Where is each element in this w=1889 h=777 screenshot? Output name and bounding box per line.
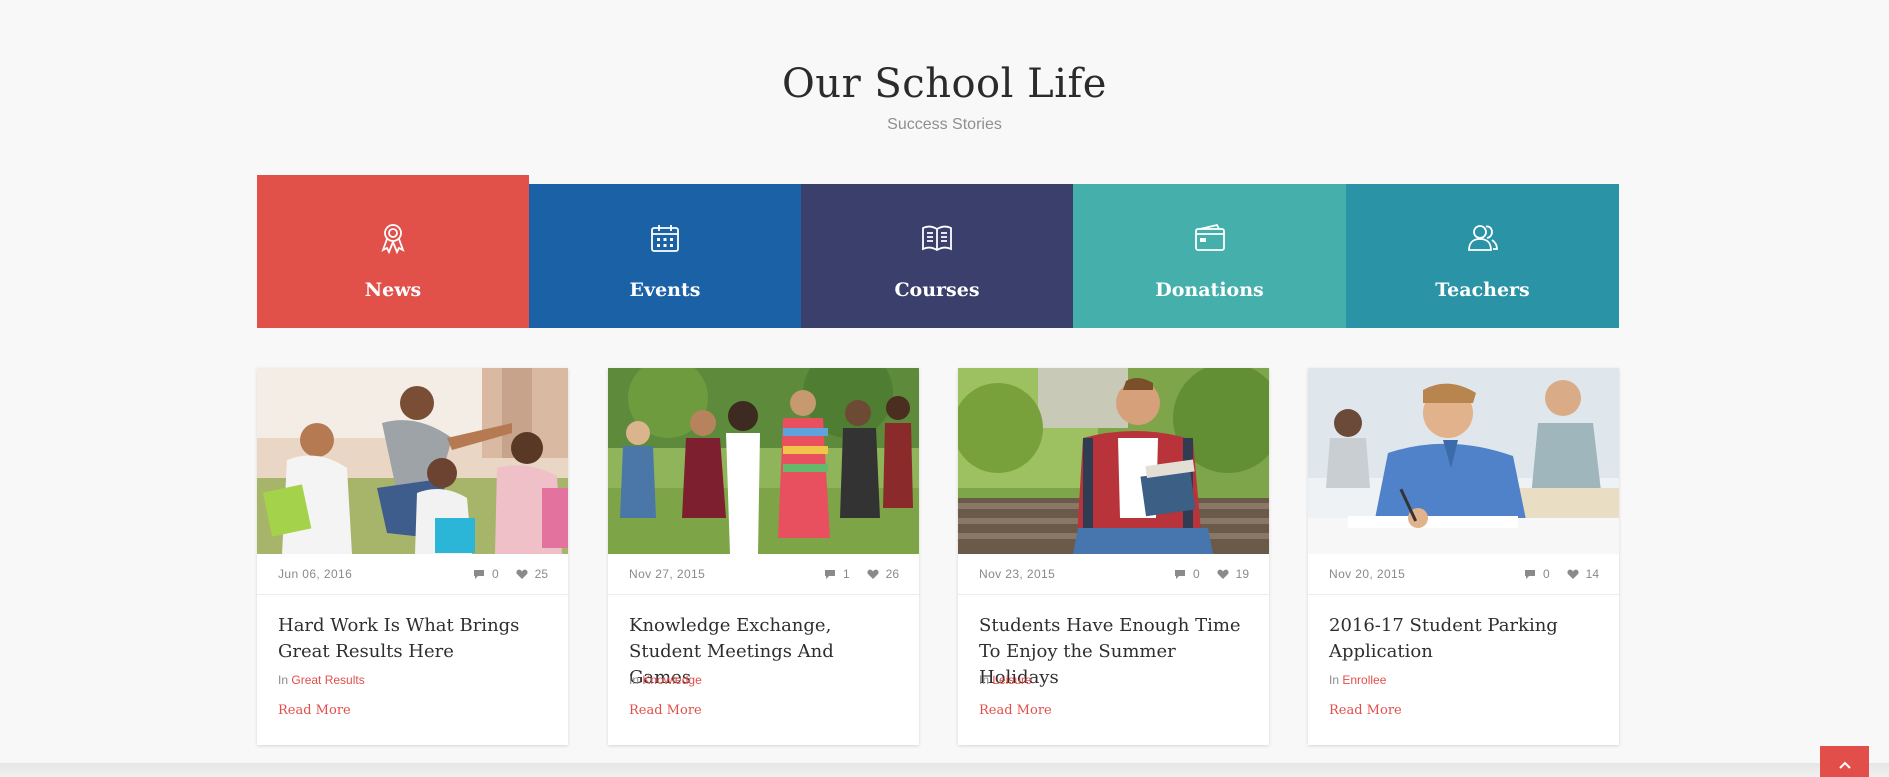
section-subtitle: Success Stories <box>887 116 1002 133</box>
post-stats: 0 19 <box>1174 554 1249 594</box>
category-prefix: In <box>979 673 990 687</box>
post-category: In Enrollee <box>1329 673 1598 687</box>
back-to-top-button[interactable] <box>1820 746 1869 777</box>
like-count: 25 <box>534 567 548 581</box>
tab-courses[interactable]: Courses <box>801 184 1073 328</box>
section-header: Our School Life Success Stories <box>0 58 1889 134</box>
post-image[interactable] <box>257 368 568 554</box>
heart-icon[interactable] <box>1567 569 1579 580</box>
tab-news[interactable]: News <box>257 175 529 328</box>
users-icon <box>1467 225 1498 251</box>
tab-teachers[interactable]: Teachers <box>1346 184 1619 328</box>
post-card: Jun 06, 2016 0 25 Hard Work Is What Brin… <box>257 368 568 745</box>
comment-icon <box>473 569 484 579</box>
post-body: Hard Work Is What Brings Great Results H… <box>257 595 568 719</box>
tab-label: Donations <box>1155 279 1264 301</box>
post-title[interactable]: Hard Work Is What Brings Great Results H… <box>278 613 547 667</box>
category-link[interactable]: Enrollee <box>1342 673 1386 687</box>
category-prefix: In <box>278 673 289 687</box>
read-more-link[interactable]: Read More <box>278 703 351 718</box>
chevron-up-icon <box>1838 761 1851 769</box>
comment-count: 0 <box>1542 567 1550 581</box>
tab-label: News <box>364 279 422 301</box>
post-body: Students Have Enough Time To Enjoy the S… <box>958 595 1269 719</box>
category-prefix: In <box>1329 673 1340 687</box>
comment-count: 0 <box>491 567 499 581</box>
comment-count: 0 <box>1192 567 1200 581</box>
footer-edge <box>0 763 1889 777</box>
category-link[interactable]: Great Results <box>291 673 364 687</box>
read-more-link[interactable]: Read More <box>629 703 702 718</box>
comment-icon <box>1174 569 1185 579</box>
post-category: In Great Results <box>278 673 547 687</box>
post-date: Nov 23, 2015 <box>979 567 1056 581</box>
wallet-icon <box>1194 223 1225 251</box>
post-meta: Nov 20, 2015 0 14 <box>1308 554 1619 595</box>
category-prefix: In <box>629 673 640 687</box>
heart-icon[interactable] <box>867 569 879 580</box>
post-card: Nov 27, 2015 1 26 Knowledge Exchange, St… <box>608 368 919 745</box>
post-category: In Knowledge <box>629 673 898 687</box>
heart-icon[interactable] <box>1217 569 1229 580</box>
book-icon <box>922 225 952 252</box>
section-title: Our School Life <box>782 61 1107 107</box>
tab-label: Teachers <box>1435 279 1530 301</box>
read-more-link[interactable]: Read More <box>979 703 1052 718</box>
tab-label: Events <box>629 279 701 301</box>
calendar-icon <box>651 225 679 252</box>
comment-count: 1 <box>842 567 850 581</box>
award-icon <box>381 224 405 255</box>
post-image[interactable] <box>958 368 1269 554</box>
post-title[interactable]: Students Have Enough Time To Enjoy the S… <box>979 613 1248 688</box>
post-date: Jun 06, 2016 <box>278 567 353 581</box>
category-link[interactable]: Knowledge <box>642 673 701 687</box>
post-stats: 0 14 <box>1524 554 1599 594</box>
post-date: Nov 20, 2015 <box>1329 567 1406 581</box>
post-meta: Jun 06, 2016 0 25 <box>257 554 568 595</box>
post-category: In Leisure <box>979 673 1248 687</box>
post-image[interactable] <box>1308 368 1619 554</box>
comment-icon <box>824 569 835 579</box>
like-count: 26 <box>885 567 899 581</box>
like-count: 19 <box>1235 567 1249 581</box>
post-meta: Nov 27, 2015 1 26 <box>608 554 919 595</box>
post-stats: 0 25 <box>473 554 548 594</box>
tab-events[interactable]: Events <box>529 184 801 328</box>
post-image[interactable] <box>608 368 919 554</box>
tab-label: Courses <box>894 279 980 301</box>
post-title[interactable]: 2016-17 Student Parking Application <box>1329 613 1598 667</box>
category-link[interactable]: Leisure <box>992 673 1031 687</box>
post-stats: 1 26 <box>824 554 899 594</box>
post-body: 2016-17 Student Parking Application In E… <box>1308 595 1619 719</box>
tab-donations[interactable]: Donations <box>1073 184 1346 328</box>
heart-icon[interactable] <box>516 569 528 580</box>
like-count: 14 <box>1585 567 1599 581</box>
post-title[interactable]: Knowledge Exchange, Student Meetings And… <box>629 613 898 688</box>
post-meta: Nov 23, 2015 0 19 <box>958 554 1269 595</box>
post-card: Nov 23, 2015 0 19 Students Have Enough T… <box>958 368 1269 745</box>
post-body: Knowledge Exchange, Student Meetings And… <box>608 595 919 719</box>
read-more-link[interactable]: Read More <box>1329 703 1402 718</box>
post-card: Nov 20, 2015 0 14 2016-17 Student Parkin… <box>1308 368 1619 745</box>
comment-icon <box>1524 569 1535 579</box>
post-date: Nov 27, 2015 <box>629 567 706 581</box>
category-tabs: News Events Courses Donations Teachers <box>257 175 1619 328</box>
